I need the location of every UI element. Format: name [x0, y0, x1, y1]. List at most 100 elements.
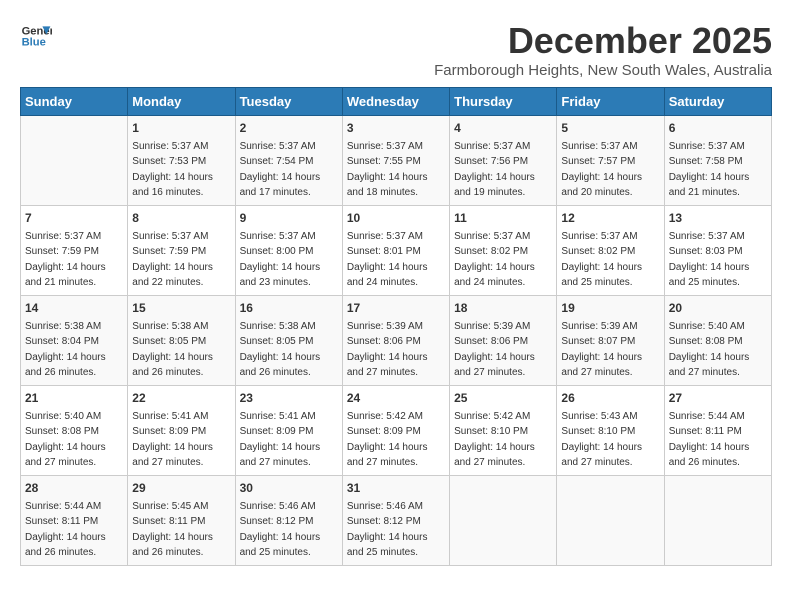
- svg-text:Blue: Blue: [22, 37, 46, 49]
- daylight-info: Daylight: 14 hours and 27 minutes.: [669, 352, 750, 378]
- sunset-info: Sunset: 7:59 PM: [132, 246, 206, 257]
- sunset-info: Sunset: 8:06 PM: [454, 336, 528, 347]
- sunrise-info: Sunrise: 5:39 AM: [347, 321, 423, 332]
- sunrise-info: Sunrise: 5:37 AM: [669, 141, 745, 152]
- day-number: 6: [669, 120, 767, 137]
- day-number: 24: [347, 390, 445, 407]
- daylight-info: Daylight: 14 hours and 26 minutes.: [132, 532, 213, 558]
- calendar-cell: 27 Sunrise: 5:44 AM Sunset: 8:11 PM Dayl…: [664, 386, 771, 476]
- header-sunday: Sunday: [21, 88, 128, 116]
- sunset-info: Sunset: 8:12 PM: [240, 516, 314, 527]
- day-number: 17: [347, 300, 445, 317]
- daylight-info: Daylight: 14 hours and 18 minutes.: [347, 172, 428, 198]
- calendar-cell: 8 Sunrise: 5:37 AM Sunset: 7:59 PM Dayli…: [128, 206, 235, 296]
- day-number: 23: [240, 390, 338, 407]
- sunset-info: Sunset: 8:05 PM: [240, 336, 314, 347]
- calendar-cell: 22 Sunrise: 5:41 AM Sunset: 8:09 PM Dayl…: [128, 386, 235, 476]
- calendar-table: SundayMondayTuesdayWednesdayThursdayFrid…: [20, 87, 772, 566]
- sunset-info: Sunset: 8:04 PM: [25, 336, 99, 347]
- day-number: 18: [454, 300, 552, 317]
- day-number: 10: [347, 210, 445, 227]
- daylight-info: Daylight: 14 hours and 26 minutes.: [132, 352, 213, 378]
- sunrise-info: Sunrise: 5:38 AM: [132, 321, 208, 332]
- page-header: General Blue December 2025 Farmborough H…: [20, 20, 772, 79]
- calendar-week-5: 28 Sunrise: 5:44 AM Sunset: 8:11 PM Dayl…: [21, 476, 772, 566]
- sunset-info: Sunset: 8:11 PM: [25, 516, 98, 527]
- day-number: 31: [347, 480, 445, 497]
- daylight-info: Daylight: 14 hours and 27 minutes.: [454, 442, 535, 468]
- daylight-info: Daylight: 14 hours and 26 minutes.: [669, 442, 750, 468]
- day-number: 27: [669, 390, 767, 407]
- sunrise-info: Sunrise: 5:38 AM: [25, 321, 101, 332]
- sunrise-info: Sunrise: 5:37 AM: [669, 231, 745, 242]
- daylight-info: Daylight: 14 hours and 27 minutes.: [240, 442, 321, 468]
- calendar-cell: 31 Sunrise: 5:46 AM Sunset: 8:12 PM Dayl…: [342, 476, 449, 566]
- sunrise-info: Sunrise: 5:42 AM: [347, 411, 423, 422]
- daylight-info: Daylight: 14 hours and 27 minutes.: [561, 442, 642, 468]
- calendar-header-row: SundayMondayTuesdayWednesdayThursdayFrid…: [21, 88, 772, 116]
- calendar-cell: 17 Sunrise: 5:39 AM Sunset: 8:06 PM Dayl…: [342, 296, 449, 386]
- title-block: December 2025 Farmborough Heights, New S…: [434, 20, 772, 79]
- sunset-info: Sunset: 7:57 PM: [561, 156, 635, 167]
- calendar-week-3: 14 Sunrise: 5:38 AM Sunset: 8:04 PM Dayl…: [21, 296, 772, 386]
- sunrise-info: Sunrise: 5:37 AM: [132, 231, 208, 242]
- logo: General Blue: [20, 20, 52, 52]
- sunrise-info: Sunrise: 5:38 AM: [240, 321, 316, 332]
- calendar-cell: 7 Sunrise: 5:37 AM Sunset: 7:59 PM Dayli…: [21, 206, 128, 296]
- sunrise-info: Sunrise: 5:40 AM: [669, 321, 745, 332]
- sunset-info: Sunset: 8:02 PM: [561, 246, 635, 257]
- daylight-info: Daylight: 14 hours and 22 minutes.: [132, 262, 213, 288]
- daylight-info: Daylight: 14 hours and 25 minutes.: [240, 532, 321, 558]
- calendar-cell: 23 Sunrise: 5:41 AM Sunset: 8:09 PM Dayl…: [235, 386, 342, 476]
- sunrise-info: Sunrise: 5:39 AM: [454, 321, 530, 332]
- sunrise-info: Sunrise: 5:37 AM: [132, 141, 208, 152]
- sunrise-info: Sunrise: 5:46 AM: [240, 501, 316, 512]
- daylight-info: Daylight: 14 hours and 25 minutes.: [669, 262, 750, 288]
- day-number: 8: [132, 210, 230, 227]
- sunrise-info: Sunrise: 5:37 AM: [561, 231, 637, 242]
- daylight-info: Daylight: 14 hours and 21 minutes.: [669, 172, 750, 198]
- daylight-info: Daylight: 14 hours and 26 minutes.: [25, 352, 106, 378]
- calendar-cell: 24 Sunrise: 5:42 AM Sunset: 8:09 PM Dayl…: [342, 386, 449, 476]
- sunset-info: Sunset: 8:08 PM: [669, 336, 743, 347]
- sunset-info: Sunset: 7:59 PM: [25, 246, 99, 257]
- calendar-cell: 19 Sunrise: 5:39 AM Sunset: 8:07 PM Dayl…: [557, 296, 664, 386]
- sunrise-info: Sunrise: 5:46 AM: [347, 501, 423, 512]
- header-thursday: Thursday: [450, 88, 557, 116]
- calendar-cell: 3 Sunrise: 5:37 AM Sunset: 7:55 PM Dayli…: [342, 116, 449, 206]
- daylight-info: Daylight: 14 hours and 27 minutes.: [454, 352, 535, 378]
- day-number: 22: [132, 390, 230, 407]
- sunrise-info: Sunrise: 5:37 AM: [454, 141, 530, 152]
- day-number: 5: [561, 120, 659, 137]
- calendar-cell: 29 Sunrise: 5:45 AM Sunset: 8:11 PM Dayl…: [128, 476, 235, 566]
- day-number: 2: [240, 120, 338, 137]
- sunset-info: Sunset: 8:10 PM: [454, 426, 528, 437]
- header-saturday: Saturday: [664, 88, 771, 116]
- calendar-cell: 15 Sunrise: 5:38 AM Sunset: 8:05 PM Dayl…: [128, 296, 235, 386]
- sunset-info: Sunset: 8:11 PM: [669, 426, 742, 437]
- day-number: 15: [132, 300, 230, 317]
- day-number: 25: [454, 390, 552, 407]
- day-number: 16: [240, 300, 338, 317]
- sunset-info: Sunset: 8:00 PM: [240, 246, 314, 257]
- sunset-info: Sunset: 8:03 PM: [669, 246, 743, 257]
- calendar-cell: 16 Sunrise: 5:38 AM Sunset: 8:05 PM Dayl…: [235, 296, 342, 386]
- calendar-cell: 12 Sunrise: 5:37 AM Sunset: 8:02 PM Dayl…: [557, 206, 664, 296]
- sunrise-info: Sunrise: 5:37 AM: [347, 141, 423, 152]
- daylight-info: Daylight: 14 hours and 24 minutes.: [454, 262, 535, 288]
- sunrise-info: Sunrise: 5:37 AM: [561, 141, 637, 152]
- day-number: 28: [25, 480, 123, 497]
- sunrise-info: Sunrise: 5:45 AM: [132, 501, 208, 512]
- sunrise-info: Sunrise: 5:41 AM: [132, 411, 208, 422]
- daylight-info: Daylight: 14 hours and 27 minutes.: [347, 442, 428, 468]
- sunset-info: Sunset: 7:53 PM: [132, 156, 206, 167]
- calendar-week-4: 21 Sunrise: 5:40 AM Sunset: 8:08 PM Dayl…: [21, 386, 772, 476]
- calendar-cell: [664, 476, 771, 566]
- daylight-info: Daylight: 14 hours and 27 minutes.: [347, 352, 428, 378]
- day-number: 4: [454, 120, 552, 137]
- day-number: 1: [132, 120, 230, 137]
- calendar-cell: 13 Sunrise: 5:37 AM Sunset: 8:03 PM Dayl…: [664, 206, 771, 296]
- calendar-cell: 30 Sunrise: 5:46 AM Sunset: 8:12 PM Dayl…: [235, 476, 342, 566]
- daylight-info: Daylight: 14 hours and 17 minutes.: [240, 172, 321, 198]
- day-number: 9: [240, 210, 338, 227]
